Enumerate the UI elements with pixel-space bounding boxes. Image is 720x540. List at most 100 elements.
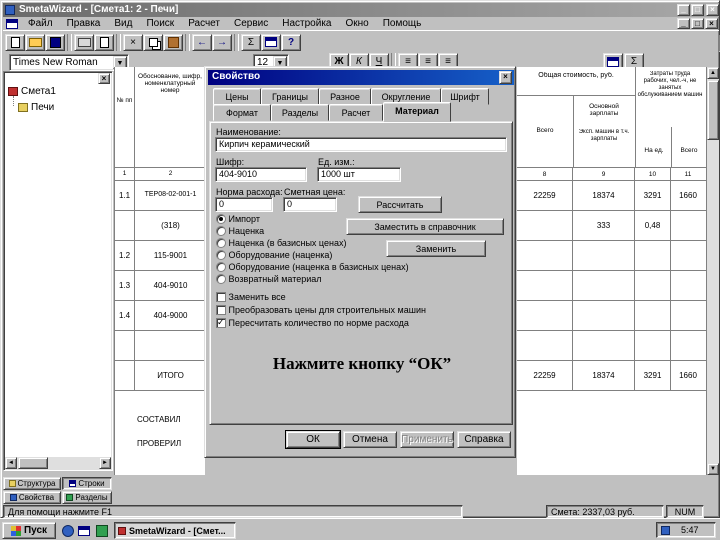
quicklaunch-icon-2[interactable] <box>78 526 90 536</box>
cell-c10[interactable] <box>635 271 671 301</box>
cell-no[interactable] <box>115 331 135 361</box>
preview-button[interactable] <box>94 34 114 51</box>
unit-input[interactable]: 1000 шт <box>317 167 401 182</box>
radio-markup-base[interactable]: Наценка (в базисных ценах) <box>216 238 346 248</box>
cell-c9[interactable] <box>573 271 635 301</box>
radio-dot-icon[interactable] <box>216 238 226 248</box>
menu-settings[interactable]: Настройка <box>275 17 338 30</box>
maximize-button[interactable]: □ <box>691 4 704 16</box>
scroll-left-button[interactable]: ◄ <box>5 457 17 469</box>
save-button[interactable] <box>45 34 65 51</box>
tab-prices[interactable]: Цены <box>213 88 261 105</box>
dialog-title-bar[interactable]: Свойство × <box>208 70 514 85</box>
radio-dot-icon[interactable] <box>216 226 226 236</box>
menu-view[interactable]: Вид <box>107 17 139 30</box>
cell-c9[interactable] <box>573 241 635 271</box>
menu-search[interactable]: Поиск <box>139 17 181 30</box>
cell-c8[interactable] <box>517 241 573 271</box>
cell-c9[interactable] <box>573 331 635 361</box>
radio-dot-icon[interactable] <box>216 214 226 224</box>
cell-code[interactable]: 115-9001 <box>135 241 206 271</box>
cell-c8[interactable] <box>517 331 573 361</box>
ok-button[interactable]: ОК <box>286 431 340 448</box>
cell-c11[interactable] <box>671 241 705 271</box>
scroll-right-button[interactable]: ► <box>99 457 111 469</box>
menu-service[interactable]: Сервис <box>227 17 275 30</box>
start-button[interactable]: Пуск <box>2 522 56 539</box>
menu-window[interactable]: Окно <box>338 17 375 30</box>
cell-no[interactable]: 1.2 <box>115 241 135 271</box>
radio-markup[interactable]: Наценка <box>216 226 264 236</box>
open-button[interactable] <box>25 34 45 51</box>
calculate-button[interactable]: Рассчитать <box>358 196 442 213</box>
cell-code[interactable]: ИТОГО <box>135 361 206 391</box>
cell-no[interactable]: 1.3 <box>115 271 135 301</box>
tab-format[interactable]: Формат <box>213 104 271 121</box>
paste-button[interactable] <box>163 34 183 51</box>
tab-borders[interactable]: Границы <box>261 88 319 105</box>
quicklaunch-icon-3[interactable] <box>96 525 108 537</box>
mdi-minimize-button[interactable]: _ <box>677 18 690 29</box>
cell-c10[interactable]: 3291 <box>635 361 671 391</box>
cell-code[interactable]: (318) <box>135 211 206 241</box>
new-button[interactable] <box>5 34 25 51</box>
cell-c11[interactable]: 1660 <box>671 181 705 211</box>
tab-properties[interactable]: Свойства <box>3 491 61 504</box>
tree-close-button[interactable]: × <box>98 73 110 84</box>
checkbox-icon[interactable] <box>216 318 226 328</box>
tab-material[interactable]: Материал <box>383 102 451 122</box>
help-button[interactable]: ? <box>281 34 301 51</box>
cell-c11[interactable] <box>671 211 705 241</box>
apply-button[interactable]: Применить <box>400 431 454 448</box>
cell-no[interactable] <box>115 361 135 391</box>
tab-sections[interactable]: Разделы <box>62 491 112 504</box>
price-input[interactable]: 0 <box>283 197 337 212</box>
cell-c9[interactable]: 333 <box>573 211 635 241</box>
tab-structure[interactable]: Структура <box>3 477 61 490</box>
cell-no[interactable] <box>115 211 135 241</box>
mdi-restore-button[interactable]: □ <box>691 18 704 29</box>
check-replace-all[interactable]: Заменить все <box>216 292 286 302</box>
cell-c8[interactable]: 22259 <box>517 181 573 211</box>
cell-c8[interactable] <box>517 211 573 241</box>
cell-c10[interactable] <box>635 241 671 271</box>
tree-item-root[interactable]: Смета1 <box>8 86 56 97</box>
cell-c8[interactable] <box>517 301 573 331</box>
cell-c10[interactable]: 0,48 <box>635 211 671 241</box>
radio-return-material[interactable]: Возвратный материал <box>216 274 322 284</box>
cancel-button[interactable]: Отмена <box>343 431 397 448</box>
checkbox-icon[interactable] <box>216 292 226 302</box>
taskbar-task-button[interactable]: SmetaWizard - [Смет... <box>114 522 236 539</box>
scroll-down-button[interactable]: ▼ <box>707 463 719 475</box>
cell-c11[interactable] <box>671 301 705 331</box>
quicklaunch-icon-1[interactable] <box>62 525 74 537</box>
cell-c8[interactable] <box>517 271 573 301</box>
check-recalc-quantity[interactable]: Пересчитать количество по норме расхода <box>216 318 409 328</box>
menu-calc[interactable]: Расчет <box>181 17 227 30</box>
tree-item-child[interactable]: Печи <box>18 102 54 113</box>
tab-misc[interactable]: Разное <box>319 88 371 105</box>
tree-horizontal-scrollbar[interactable]: ◄ ► <box>5 457 111 469</box>
tab-sections-dlg[interactable]: Разделы <box>271 104 329 121</box>
title-bar[interactable]: SmetaWizard - [Смета1: 2 - Печи] _ □ × <box>3 3 719 17</box>
name-input[interactable]: Кирпич керамический <box>215 137 507 152</box>
print-button[interactable] <box>74 34 94 51</box>
cell-c10[interactable] <box>635 301 671 331</box>
undo-button[interactable]: ← <box>192 34 212 51</box>
menu-help[interactable]: Помощь <box>376 17 429 30</box>
main-vertical-scrollbar[interactable]: ▲ ▼ <box>707 67 719 475</box>
cell-c10[interactable] <box>635 331 671 361</box>
radio-dot-icon[interactable] <box>216 250 226 260</box>
scrollbar-thumb[interactable] <box>707 80 719 140</box>
radio-dot-icon[interactable] <box>216 274 226 284</box>
cell-c11[interactable]: 1660 <box>671 361 705 391</box>
code-input[interactable]: 404-9010 <box>215 167 307 182</box>
cell-no[interactable]: 1.4 <box>115 301 135 331</box>
cell-c9[interactable] <box>573 301 635 331</box>
checkbox-icon[interactable] <box>216 305 226 315</box>
cell-c8[interactable]: 22259 <box>517 361 573 391</box>
store-to-reference-button[interactable]: Заместить в справочник <box>346 218 504 235</box>
dialog-close-button[interactable]: × <box>499 71 512 84</box>
cell-code[interactable]: ТЕР08-02-001-1 <box>135 181 206 211</box>
redo-button[interactable]: → <box>212 34 232 51</box>
